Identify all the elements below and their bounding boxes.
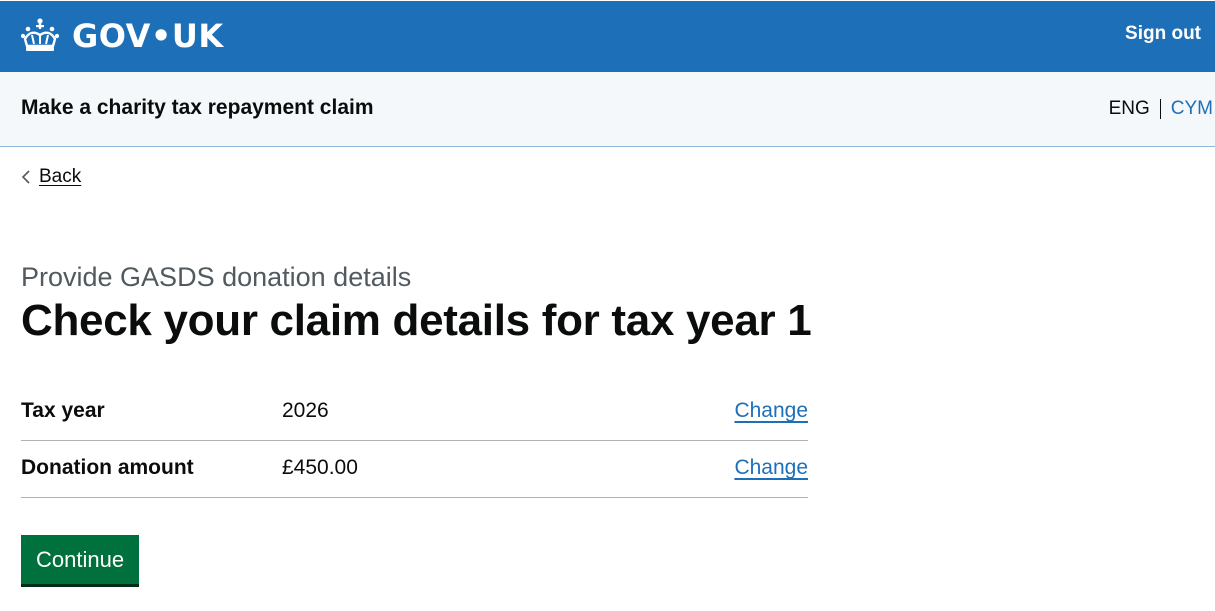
- language-current: ENG: [1108, 98, 1150, 119]
- continue-button[interactable]: Continue: [21, 535, 140, 584]
- service-navigation-bar: Make a charity tax repayment claim ENG C…: [0, 72, 1215, 147]
- chevron-left-icon: [21, 170, 30, 184]
- summary-row-donation-amount: Donation amount £450.00 Change: [21, 441, 808, 498]
- language-toggle: ENG CYM: [1109, 98, 1213, 120]
- change-donation-amount-link[interactable]: Change: [734, 456, 808, 480]
- back-link-label: Back: [39, 166, 82, 187]
- summary-value: 2026: [282, 399, 329, 422]
- crown-icon: [20, 18, 60, 51]
- govuk-logo-link[interactable]: GOV•UK: [20, 15, 224, 57]
- summary-list: Tax year 2026 Change Donation amount £45…: [21, 384, 808, 498]
- language-welsh-link[interactable]: CYM: [1171, 98, 1213, 120]
- back-link[interactable]: Back: [21, 166, 81, 188]
- change-tax-year-link[interactable]: Change: [734, 399, 808, 423]
- page-caption: Provide GASDS donation details: [21, 262, 412, 292]
- language-separator: [1159, 99, 1161, 119]
- govuk-logo-text: GOV•UK: [72, 17, 224, 55]
- sign-out-link[interactable]: Sign out: [1125, 23, 1201, 45]
- summary-key: Donation amount: [21, 456, 194, 479]
- summary-key: Tax year: [21, 399, 105, 422]
- page-title: Check your claim details for tax year 1: [21, 296, 812, 345]
- govuk-header: GOV•UK Sign out: [0, 0, 1215, 72]
- service-name-link[interactable]: Make a charity tax repayment claim: [21, 96, 374, 120]
- summary-row-tax-year: Tax year 2026 Change: [21, 384, 808, 441]
- summary-value: £450.00: [282, 456, 358, 479]
